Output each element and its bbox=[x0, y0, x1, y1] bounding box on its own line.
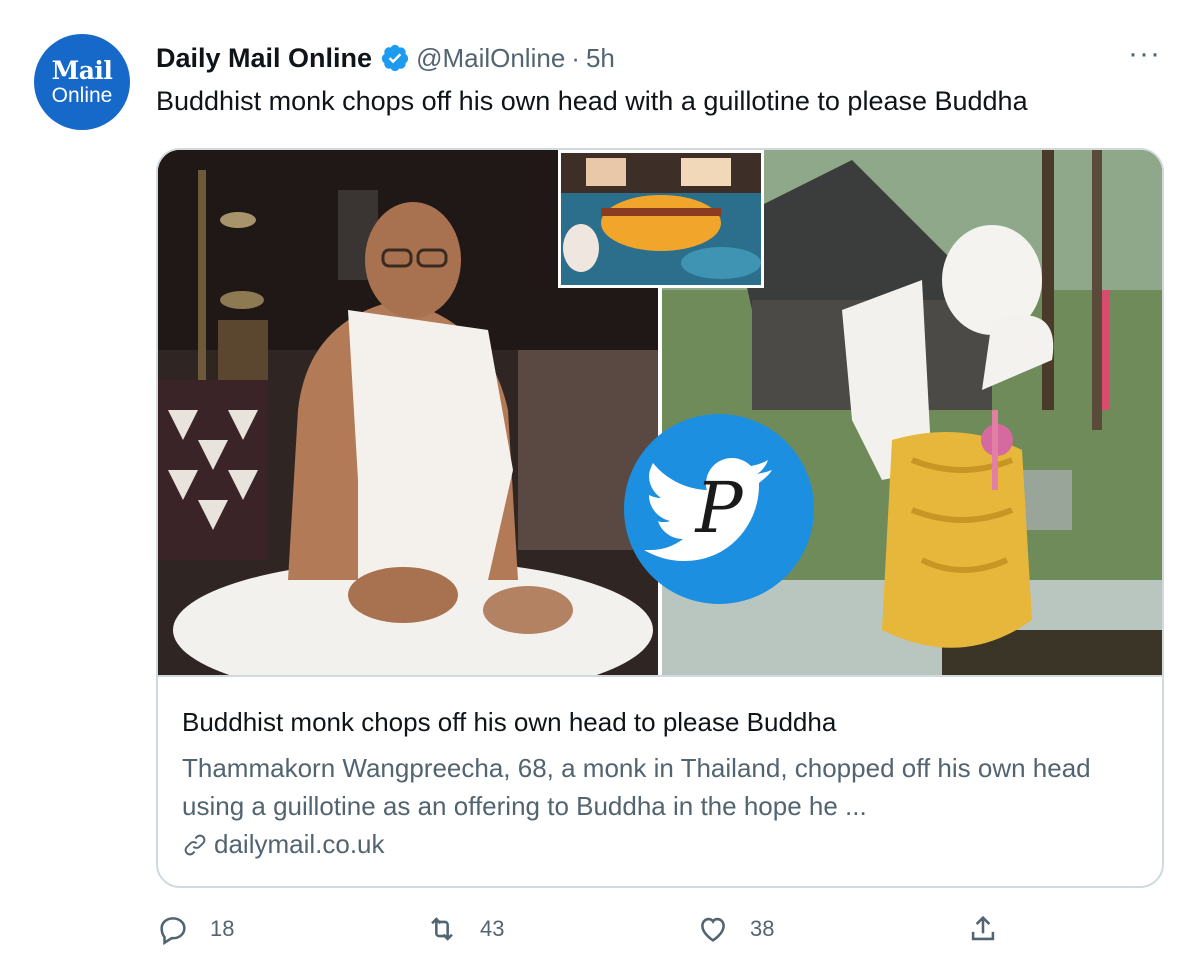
card-domain[interactable]: dailymail.co.uk bbox=[182, 829, 385, 860]
tweet: Mail Online Daily Mail Online @MailOnlin… bbox=[0, 0, 1200, 979]
guillotine-inset-illustration bbox=[561, 153, 761, 285]
card-description: Thammakorn Wangpreecha, 68, a monk in Th… bbox=[182, 753, 1091, 821]
retweet-count: 43 bbox=[480, 916, 505, 941]
tweet-text: Buddhist monk chops off his own head wit… bbox=[156, 86, 1028, 116]
retweet-button[interactable]: 43 bbox=[424, 912, 504, 946]
link-icon bbox=[184, 834, 206, 855]
card-body[interactable]: Buddhist monk chops off his own head to … bbox=[158, 675, 1162, 886]
card-title: Buddhist monk chops off his own head to … bbox=[182, 707, 837, 737]
like-button[interactable]: 38 bbox=[696, 912, 774, 946]
card-image: P bbox=[158, 150, 1162, 675]
watermark-letter: P bbox=[693, 467, 744, 549]
card-domain-text: dailymail.co.uk bbox=[214, 829, 385, 859]
heart-icon bbox=[701, 917, 725, 942]
tweet-timestamp[interactable]: 5h bbox=[586, 43, 615, 74]
avatar-line1: Mail bbox=[51, 56, 113, 85]
link-preview-card[interactable]: P Buddhist monk chops off his own head t… bbox=[156, 148, 1164, 888]
share-button[interactable] bbox=[966, 912, 1020, 946]
author-name[interactable]: Daily Mail Online bbox=[156, 43, 372, 74]
verified-badge-icon bbox=[381, 44, 409, 72]
share-icon bbox=[971, 915, 995, 941]
retweet-icon bbox=[431, 917, 453, 941]
author-handle[interactable]: @MailOnline bbox=[416, 43, 565, 74]
reply-button[interactable]: 18 bbox=[156, 912, 234, 946]
reply-count: 18 bbox=[210, 916, 235, 941]
more-options-icon[interactable]: ··· bbox=[1128, 39, 1161, 69]
like-count: 38 bbox=[750, 916, 775, 941]
avatar-line2: Online bbox=[51, 84, 113, 107]
guillotine-inset-photo bbox=[558, 150, 764, 288]
avatar[interactable]: Mail Online bbox=[34, 34, 130, 130]
separator-dot: · bbox=[571, 42, 580, 73]
tweet-actions: 18 43 38 bbox=[156, 912, 1016, 960]
twitter-bird-watermark-icon: P bbox=[624, 414, 814, 604]
reply-icon bbox=[160, 917, 186, 946]
tweet-header: Daily Mail Online @MailOnline · 5h bbox=[156, 38, 615, 78]
